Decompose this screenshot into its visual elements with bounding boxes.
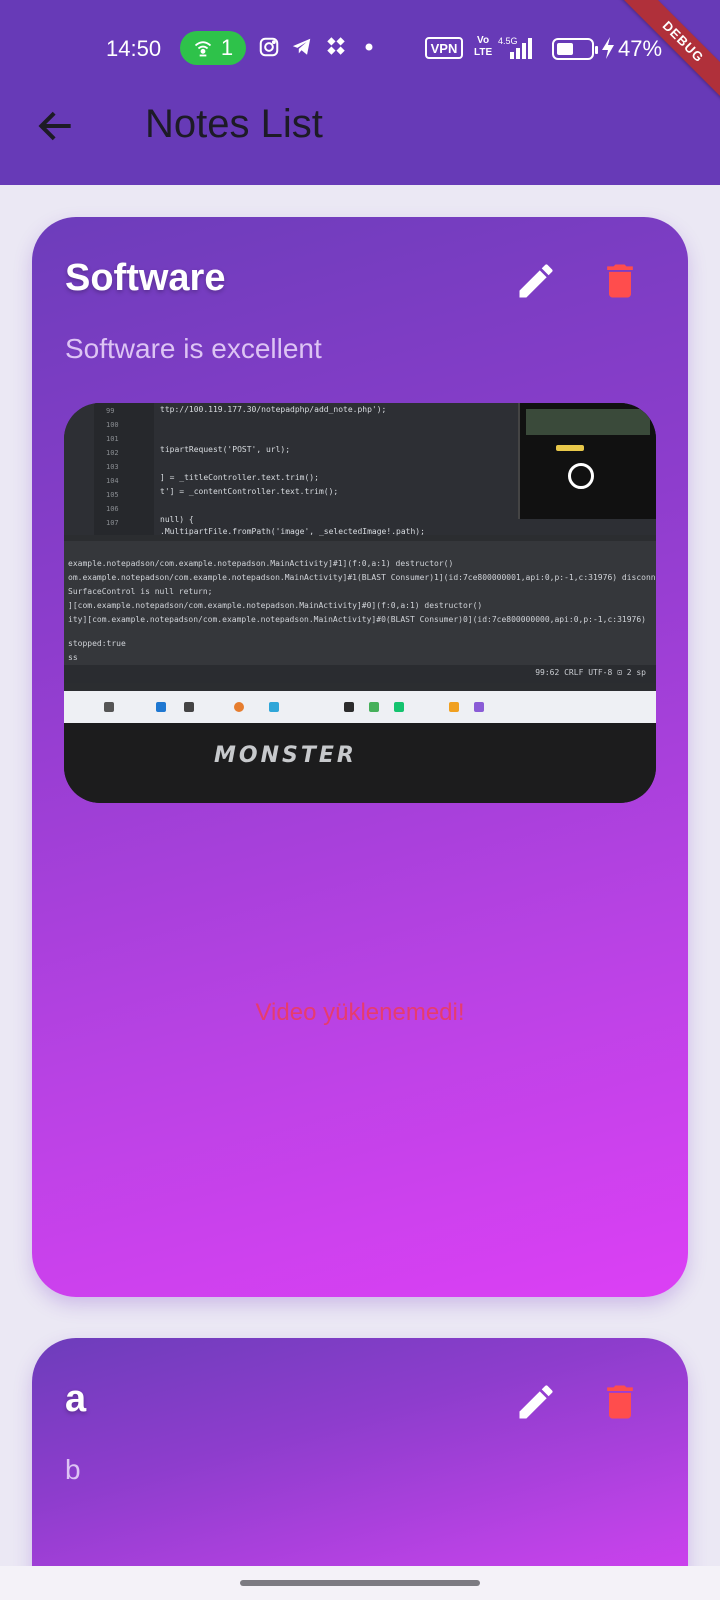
hotspot-count: 1 xyxy=(220,35,234,60)
note-title: Software xyxy=(65,257,226,299)
battery-percent: 47% xyxy=(618,36,663,61)
video-error-message: Video yüklenemedi! xyxy=(255,999,465,1026)
dot-icon xyxy=(365,43,373,51)
status-bar: 14:50 1 VPN Vo LTE 4.5G 47% xyxy=(0,28,720,68)
note-card[interactable]: Software Software is excellent 99 100 10… xyxy=(32,217,688,1297)
note-content: Software is excellent xyxy=(65,333,322,364)
pencil-icon[interactable] xyxy=(514,259,558,303)
pencil-icon[interactable] xyxy=(514,1380,558,1424)
arrow-left-icon[interactable] xyxy=(34,104,78,148)
charging-icon xyxy=(602,37,614,59)
app-bar: 14:50 1 VPN Vo LTE 4.5G 47% DEBUG Notes … xyxy=(0,0,720,185)
hotspot-icon xyxy=(194,41,211,57)
volte-bottom: LTE xyxy=(474,47,493,58)
note-content: b xyxy=(65,1454,81,1485)
note-title: a xyxy=(65,1378,87,1420)
note-card[interactable]: a b xyxy=(32,1338,688,1600)
trash-icon[interactable] xyxy=(598,1380,642,1424)
telegram-icon xyxy=(292,38,311,55)
volte-top: Vo xyxy=(477,35,490,46)
battery-icon xyxy=(552,38,598,60)
system-navigation-bar xyxy=(0,1566,720,1600)
status-time: 14:50 xyxy=(106,36,162,61)
hotspot-indicator[interactable]: 1 xyxy=(180,31,246,65)
page-title: Notes List xyxy=(145,102,323,146)
instagram-icon xyxy=(259,37,279,57)
network-speed: 4.5G xyxy=(498,36,518,46)
gesture-handle[interactable] xyxy=(240,1580,480,1586)
note-image: 99 100 101 102 103 104 105 106 107 ttp:/… xyxy=(64,403,656,803)
vpn-badge: VPN xyxy=(425,37,463,59)
battery-level xyxy=(557,43,573,55)
trash-icon[interactable] xyxy=(598,259,642,303)
app-icon xyxy=(327,37,345,55)
signal-icon: 4.5G xyxy=(498,36,532,59)
volte-indicator: Vo LTE xyxy=(474,35,492,59)
